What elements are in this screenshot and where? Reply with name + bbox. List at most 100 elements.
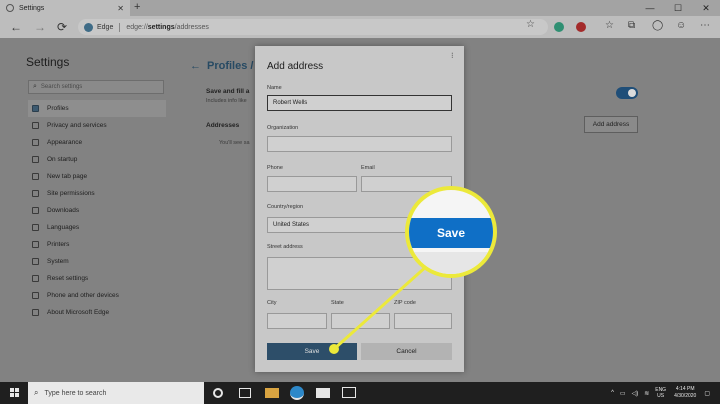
emoji-icon[interactable]: ☺ (676, 20, 686, 31)
sidebar-item-appearance[interactable]: Appearance (28, 134, 166, 151)
save-button[interactable]: Save (267, 343, 357, 360)
lang-bottom: US (657, 393, 665, 399)
maximize-button[interactable]: ☐ (664, 0, 692, 16)
tab-settings[interactable]: Settings ✕ (0, 0, 130, 16)
extension-green-icon[interactable] (554, 22, 564, 32)
sidebar-item-on-startup[interactable]: On startup (28, 151, 166, 168)
sidebar-item-languages[interactable]: Languages (28, 219, 166, 236)
window-controls: — ☐ ✕ (636, 0, 720, 16)
sidebar-item-icon (32, 309, 39, 316)
more-icon[interactable]: ⋯ (700, 20, 710, 31)
zip-field[interactable] (394, 313, 452, 329)
search-icon: ⌕ (34, 388, 39, 397)
clock[interactable]: 4:14 PM 4/30/2020 (674, 386, 696, 400)
store-icon[interactable] (316, 388, 330, 398)
city-field[interactable] (267, 313, 327, 329)
settings-tab-icon (6, 4, 14, 12)
extension-red-icon[interactable] (576, 22, 586, 32)
zip-label: ZIP code (394, 300, 416, 306)
sidebar-item-icon (32, 190, 39, 197)
back-arrow-icon[interactable]: ← (190, 60, 201, 72)
name-label: Name (267, 85, 282, 91)
cancel-button[interactable]: Cancel (361, 343, 452, 360)
save-fill-toggle[interactable] (616, 87, 638, 99)
sidebar-item-icon (32, 122, 39, 129)
callout-dot (329, 344, 339, 354)
sidebar-item-icon (32, 105, 39, 112)
notification-icon[interactable]: ▢ (704, 390, 710, 397)
refresh-button[interactable]: ⟳ (57, 19, 67, 35)
sidebar-item-about-microsoft-edge[interactable]: About Microsoft Edge (28, 304, 166, 321)
sidebar-item-label: About Microsoft Edge (47, 309, 110, 316)
tray-chevron-icon[interactable]: ^ (611, 390, 614, 396)
state-label: State (331, 300, 344, 306)
sidebar-item-label: On startup (47, 156, 78, 163)
url-text: edge://settings/addresses (126, 24, 209, 31)
sidebar-item-label: Site permissions (47, 190, 95, 197)
language-indicator[interactable]: ENG US (655, 387, 666, 399)
close-window-button[interactable]: ✕ (692, 0, 720, 16)
sidebar-item-label: Appearance (47, 139, 83, 146)
save-fill-label: Save and fill a (206, 88, 250, 95)
dialog-title: Add address (267, 61, 324, 72)
sidebar-item-privacy-and-services[interactable]: Privacy and services (28, 117, 166, 134)
url-separator (119, 22, 121, 32)
windows-start-icon[interactable] (10, 388, 20, 398)
taskbar-search-placeholder: Type here to search (44, 389, 107, 397)
magnified-save-label: Save (409, 218, 493, 248)
edge-icon (84, 22, 93, 32)
sidebar-item-icon (32, 275, 39, 282)
address-bar[interactable]: Edge edge://settings/addresses (78, 19, 548, 35)
edge-label: Edge (97, 23, 114, 31)
phone-field[interactable] (267, 176, 357, 192)
network-icon[interactable]: ▭ (620, 390, 626, 397)
wifi-icon[interactable]: ≋ (644, 390, 649, 397)
sidebar-item-new-tab-page[interactable]: New tab page (28, 168, 166, 185)
search-settings-input[interactable]: ⌕ Search settings (28, 80, 164, 94)
favorite-star-icon[interactable]: ☆ (526, 19, 535, 30)
breadcrumb: ← Profiles / A (190, 60, 264, 72)
clock-date: 4/30/2020 (674, 393, 697, 399)
sidebar-item-reset-settings[interactable]: Reset settings (28, 270, 166, 287)
name-field[interactable]: Robert Wells (267, 95, 452, 111)
back-button[interactable]: ← (10, 19, 22, 35)
tab-strip: Settings ✕ + — ☐ ✕ (0, 0, 720, 16)
dialog-more-icon[interactable]: ⁝ (451, 51, 454, 60)
sidebar-item-system[interactable]: System (28, 253, 166, 270)
sidebar-item-icon (32, 224, 39, 231)
new-tab-button[interactable]: + (134, 1, 140, 13)
collections-icon[interactable]: ⧉ (628, 20, 635, 31)
sidebar-item-downloads[interactable]: Downloads (28, 202, 166, 219)
url-bold: settings (147, 23, 175, 31)
addresses-empty-text: You'll see sa (219, 140, 250, 146)
minimize-button[interactable]: — (636, 0, 664, 16)
file-explorer-icon[interactable] (265, 388, 279, 398)
edge-taskbar-icon[interactable] (290, 386, 304, 400)
add-address-button[interactable]: Add address (584, 116, 638, 133)
sidebar-item-label: Languages (47, 224, 80, 231)
sidebar-item-phone-and-other-devices[interactable]: Phone and other devices (28, 287, 166, 304)
tab-close-icon[interactable]: ✕ (117, 4, 124, 13)
url-suffix: /addresses (174, 23, 209, 31)
taskbar: ⌕ Type here to search ^ ▭ ◁) ≋ ENG US 4:… (0, 382, 720, 404)
save-fill-description: Includes info like (206, 98, 247, 104)
sidebar-item-label: Printers (47, 241, 70, 248)
taskbar-search-input[interactable]: ⌕ Type here to search (28, 382, 204, 404)
state-field[interactable] (331, 313, 390, 329)
email-label: Email (361, 165, 375, 171)
address-toolbar: ← → ⟳ Edge edge://settings/addresses ☆ ☆… (0, 16, 720, 38)
sidebar-item-site-permissions[interactable]: Site permissions (28, 185, 166, 202)
mail-icon[interactable] (342, 387, 356, 398)
sidebar-item-printers[interactable]: Printers (28, 236, 166, 253)
task-view-icon[interactable] (239, 388, 251, 398)
organization-field[interactable] (267, 136, 452, 152)
forward-button[interactable]: → (34, 19, 46, 35)
sidebar-item-icon (32, 173, 39, 180)
sidebar-item-profiles[interactable]: Profiles (28, 100, 166, 117)
cortana-icon[interactable] (213, 388, 223, 398)
favorites-icon[interactable]: ☆ (605, 20, 614, 31)
sidebar-item-label: Downloads (47, 207, 80, 214)
volume-icon[interactable]: ◁) (632, 390, 639, 397)
sidebar-item-label: Phone and other devices (47, 292, 119, 299)
profile-icon[interactable]: ◯ (652, 20, 663, 31)
